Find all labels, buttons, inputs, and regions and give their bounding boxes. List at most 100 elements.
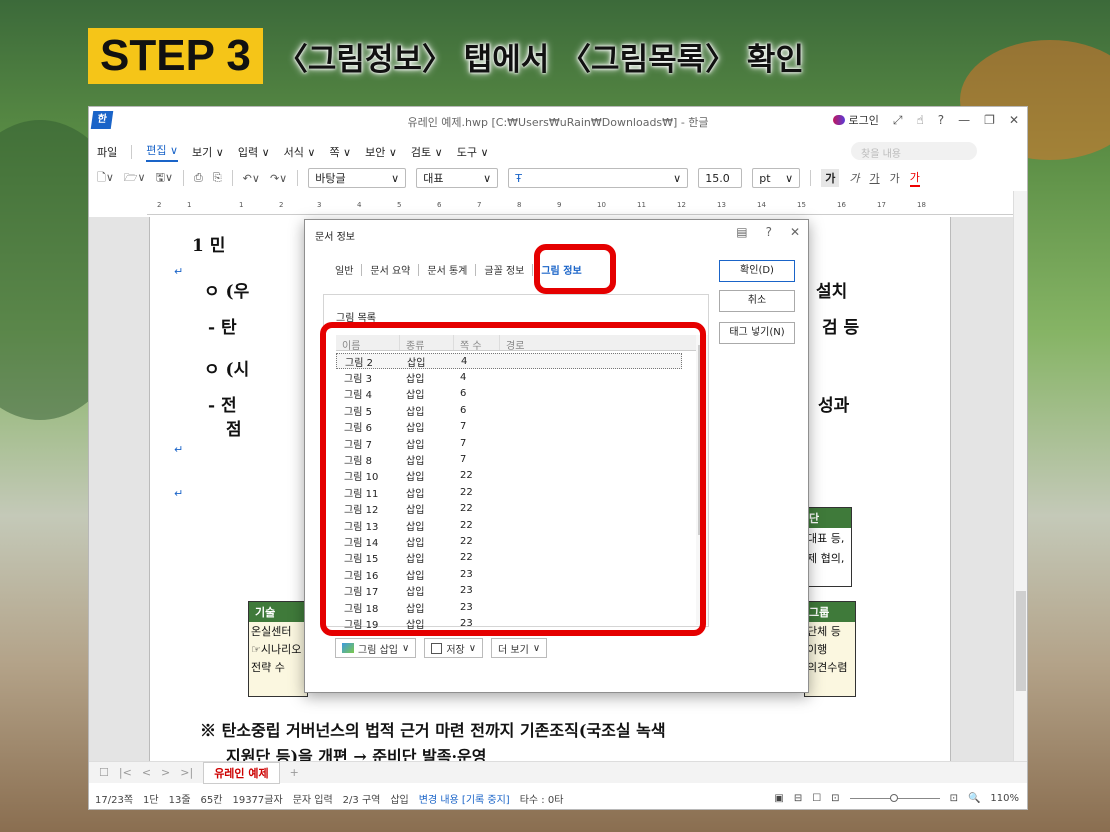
step-badge: STEP 3 <box>88 28 263 84</box>
help-icon[interactable]: ? <box>938 113 944 127</box>
document-tabbar: ☐ |< < > >| 유레인 예제 + <box>89 761 1027 784</box>
menu-insert[interactable]: 입력 ∨ <box>238 144 270 160</box>
menu-edit[interactable]: 편집 ∨ <box>146 142 179 162</box>
menu-tools[interactable]: 도구 ∨ <box>457 144 489 160</box>
toolbar-divider <box>810 170 812 186</box>
insert-picture-button[interactable]: 그림 삽입 ∨ <box>335 638 417 658</box>
dialog-help-icon[interactable]: ? <box>766 225 772 239</box>
zoom-slider[interactable] <box>849 793 940 802</box>
open-folder-icon[interactable]: 🗁∨ <box>124 169 146 188</box>
print-preview-icon[interactable]: ⎘ <box>213 171 222 185</box>
close-icon[interactable]: ✕ <box>1009 113 1019 127</box>
zoom-level[interactable]: 110% <box>990 793 1019 804</box>
cancel-button[interactable]: 취소 <box>719 290 795 312</box>
menu-view[interactable]: 보기 ∨ <box>192 144 224 160</box>
status-column: 1단 <box>143 794 159 806</box>
tab-summary[interactable]: 문서 요약 <box>362 262 418 277</box>
login-button[interactable]: 로그인 <box>832 112 879 128</box>
doc-line: - 전 <box>208 396 237 416</box>
status-count: 19377글자 <box>232 794 283 806</box>
menu-file[interactable]: 파일 <box>97 144 117 160</box>
dialog-option-icon[interactable]: ▤ <box>736 225 747 239</box>
search-input[interactable]: 찾을 내용 <box>851 142 977 160</box>
document-tab[interactable]: 유레인 예제 <box>203 761 280 784</box>
last-tab-icon[interactable]: >| <box>180 766 193 779</box>
doc-list-icon[interactable]: ☐ <box>99 766 109 779</box>
maximize-icon[interactable]: ❐ <box>984 113 995 127</box>
view-width-icon[interactable]: ⊟ <box>794 793 802 804</box>
doc-line: 성과 <box>818 396 850 416</box>
view-normal-icon[interactable]: ▣ <box>774 793 783 804</box>
restore-icon[interactable]: ⤢ <box>893 113 903 128</box>
first-tab-icon[interactable]: |< <box>119 766 132 779</box>
prev-tab-icon[interactable]: < <box>142 766 151 779</box>
highlight-tab-box <box>534 244 616 294</box>
table-box-right-top: 단 대표 등, 제 협의, <box>804 507 852 587</box>
menu-divider <box>131 145 133 159</box>
unit-select[interactable]: pt ∨ <box>752 168 801 188</box>
doc-line: ※ 탄소중립 거버넌스의 법적 근거 마련 전까지 기존조직(국조실 녹색 <box>200 721 666 740</box>
underline-button[interactable]: 가 <box>869 170 879 186</box>
tab-statistics[interactable]: 문서 통계 <box>419 262 475 277</box>
menu-page[interactable]: 쪽 ∨ <box>329 144 351 160</box>
print-icon[interactable]: ⎙ <box>194 171 203 185</box>
doc-line: 점 <box>226 420 242 440</box>
menu-format[interactable]: 서식 ∨ <box>284 144 316 160</box>
vertical-scrollbar[interactable] <box>1013 191 1027 763</box>
tab-general[interactable]: 일반 <box>327 262 361 277</box>
bold-button[interactable]: 가 <box>821 169 840 187</box>
view-page-icon[interactable]: ☐ <box>812 793 821 804</box>
ok-button[interactable]: 확인(D) <box>719 260 795 282</box>
status-section: 2/3 구역 <box>342 794 381 806</box>
toolbar-divider <box>231 170 233 186</box>
table-box-left: 기술 온실센터 ☞시나리오 전략 수 <box>248 601 308 697</box>
doc-line: 검 등 <box>822 318 860 338</box>
zoom-in-icon[interactable]: ⊡ <box>950 793 958 804</box>
more-button[interactable]: 더 보기 ∨ <box>491 638 548 658</box>
status-track-changes[interactable]: 변경 내용 [기록 중지] <box>419 791 510 806</box>
account-icon <box>832 115 845 125</box>
font-group-select[interactable]: 대표 ∨ <box>416 168 499 188</box>
dialog-title: 문서 정보 <box>315 232 355 243</box>
status-mode: 문자 입력 <box>292 794 333 806</box>
insert-tag-button[interactable]: 태그 넣기(N) <box>719 322 795 344</box>
strikethrough-button[interactable]: 가 <box>890 170 900 186</box>
hand-icon[interactable]: ☝ <box>916 113 923 127</box>
doc-line: ㅇ (시 <box>204 360 250 380</box>
tab-font-info[interactable]: 글꼴 정보 <box>476 262 532 277</box>
italic-button[interactable]: 가 <box>849 170 859 186</box>
next-tab-icon[interactable]: > <box>161 766 170 779</box>
save-icon[interactable]: 🖫∨ <box>156 169 173 188</box>
toolbar-divider <box>297 170 299 186</box>
menu-review[interactable]: 검토 ∨ <box>411 144 443 160</box>
doc-line: 설치 <box>816 282 848 302</box>
slide-heading: STEP 3 〈그림정보〉 탭에서 〈그림목록〉 확인 <box>88 26 804 86</box>
status-typing: 타수 : 0타 <box>519 794 564 806</box>
status-insert[interactable]: 삽입 <box>390 791 408 806</box>
status-char: 65칸 <box>200 794 223 806</box>
picture-icon <box>342 643 354 653</box>
minimize-icon[interactable]: — <box>958 113 970 127</box>
menu-security[interactable]: 보안 ∨ <box>365 144 397 160</box>
title-bar: 한 유레인 예제.hwp [C:₩Users₩uRain₩Downloads₩]… <box>89 107 1027 135</box>
undo-icon[interactable]: ↶∨ <box>243 172 260 185</box>
scroll-thumb[interactable] <box>1016 591 1026 691</box>
zoom-icon: 🔍 <box>967 792 981 804</box>
style-select[interactable]: 바탕글 ∨ <box>308 168 407 188</box>
redo-icon[interactable]: ↷∨ <box>270 172 287 185</box>
save-icon <box>431 642 443 654</box>
doc-line: - 탄 <box>208 318 237 338</box>
ruler: 21 12 34 56 78 9 10 11 12 13 14 15 16 17 18 <box>147 201 1015 215</box>
new-doc-icon[interactable]: 🗋∨ <box>97 169 114 188</box>
save-picture-button[interactable]: 저장 ∨ <box>424 638 484 658</box>
font-name-select[interactable]: Ŧ ∨ <box>508 168 689 188</box>
status-page[interactable]: 17/23쪽 <box>95 791 133 806</box>
font-color-button[interactable]: 가 <box>909 169 920 187</box>
status-line: 13줄 <box>168 794 191 806</box>
dialog-close-icon[interactable]: ✕ <box>790 225 800 239</box>
zoom-out-icon[interactable]: ⊡ <box>831 793 839 804</box>
font-size-input[interactable]: 15.0 <box>698 168 743 188</box>
table-box-right: 그룹 단체 등 이행 의견수렴 <box>804 601 856 697</box>
return-mark: ↵ <box>174 265 184 278</box>
add-tab-icon[interactable]: + <box>290 766 299 779</box>
